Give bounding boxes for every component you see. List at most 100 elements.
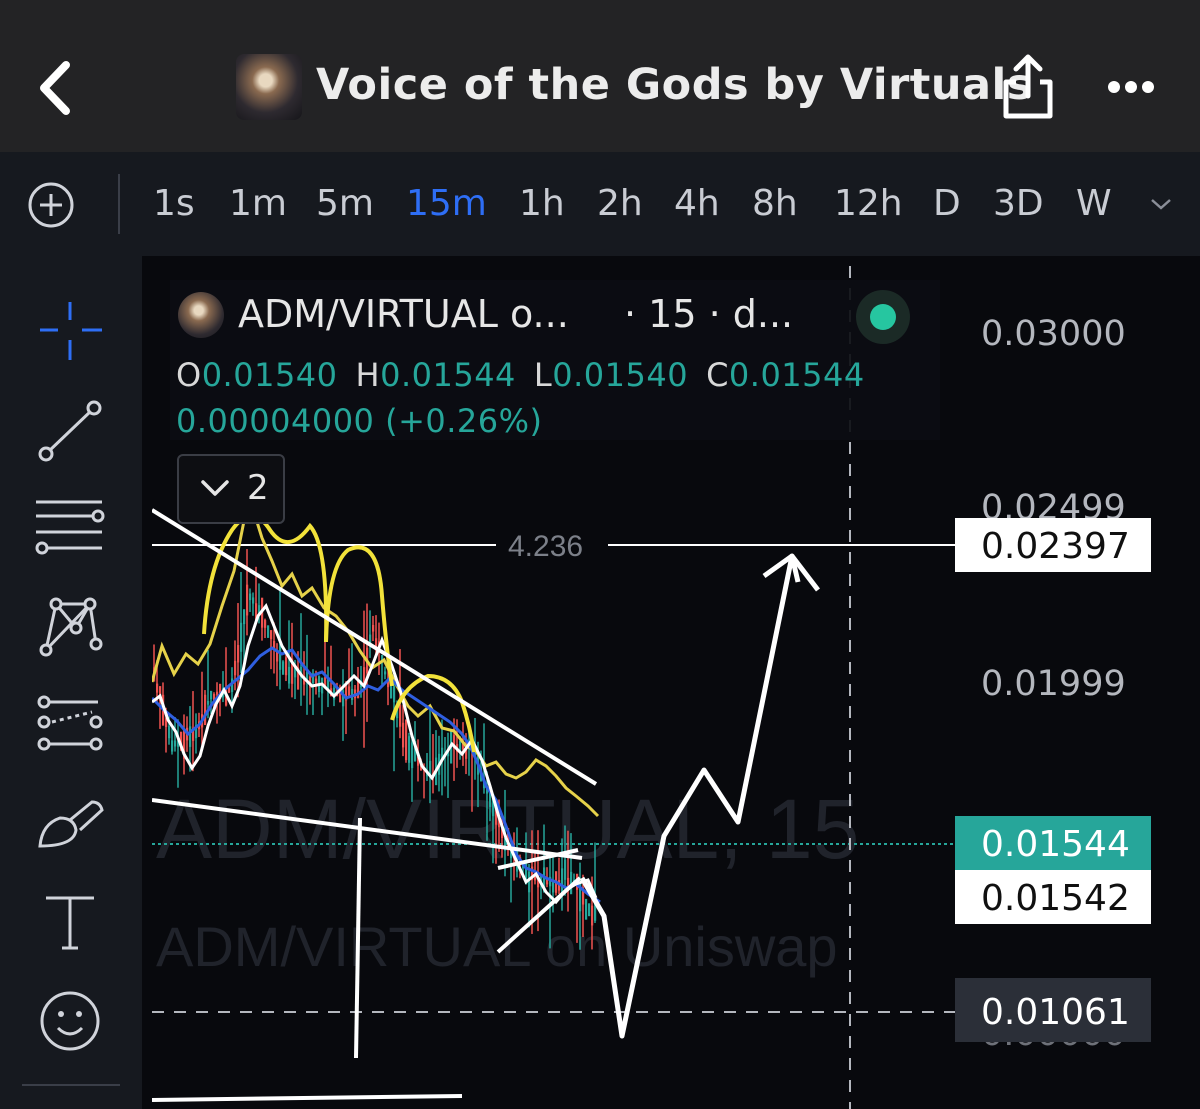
text-tool[interactable] [30, 886, 110, 956]
ohlc-values: O0.01540 H0.01544 L0.01540 C0.01544 [176, 356, 865, 394]
timeframe-15m[interactable]: 15m [406, 183, 487, 224]
candle-body [402, 722, 405, 748]
symbol-avatar [178, 292, 224, 338]
candle-body [168, 726, 171, 739]
candle-body [288, 666, 291, 684]
close-key: C [706, 356, 729, 394]
candle-body [279, 643, 282, 670]
price-change: 0.00004000 (+0.26%) [176, 402, 543, 440]
candle-body [264, 620, 267, 628]
candle-body [567, 877, 570, 887]
timeframe-3d[interactable]: 3D [993, 183, 1044, 224]
chevron-down-icon [1151, 199, 1171, 210]
timeframe-5m[interactable]: 5m [316, 183, 374, 224]
candle-body [282, 661, 285, 675]
candle-body [156, 683, 159, 693]
fib-level-label: 4.236 [508, 530, 583, 563]
timeframe-w[interactable]: W [1076, 183, 1112, 224]
more-dots-icon [1108, 81, 1154, 93]
candle-body [240, 622, 243, 652]
candle-body [561, 868, 564, 895]
candle-body [591, 905, 594, 926]
timeframe-1m[interactable]: 1m [229, 183, 287, 224]
fib-retracement-icon [35, 500, 105, 555]
market-status-dot [856, 290, 910, 344]
timeframe-1h[interactable]: 1h [519, 183, 565, 224]
add-indicator-button[interactable] [26, 180, 76, 230]
timeframe-dropdown[interactable] [1146, 192, 1176, 216]
pattern-tool[interactable] [30, 592, 110, 662]
open-value: 0.01540 [201, 356, 338, 394]
share-button[interactable] [998, 52, 1058, 122]
drawing-toolbar [0, 256, 142, 1109]
close-value: 0.01544 [728, 356, 865, 394]
candle-body [171, 740, 174, 752]
candle-body [390, 686, 393, 699]
plus-circle-icon [28, 182, 74, 228]
timeframe-divider [118, 174, 120, 234]
candle-body [411, 742, 414, 769]
indicators-toggle[interactable]: 2 [177, 454, 285, 524]
candle-body [552, 882, 555, 893]
low-value: 0.01540 [552, 356, 689, 394]
high-value: 0.01544 [380, 356, 516, 394]
timeframe-12h[interactable]: 12h [834, 183, 903, 224]
crosshair-tool[interactable] [30, 296, 110, 366]
timeframe-1s[interactable]: 1s [153, 183, 195, 224]
prediction-tool[interactable] [30, 690, 110, 760]
high-key: H [355, 356, 381, 394]
brush-icon [38, 800, 104, 848]
candle-body [243, 609, 246, 625]
low-price-tag: 0.01061 [955, 978, 1151, 1042]
timeframe-4h[interactable]: 4h [674, 183, 720, 224]
symbol-interval: · 15 · d... [624, 292, 794, 336]
fib-price-tag: 0.02397 [955, 518, 1151, 572]
brush-tool[interactable] [30, 790, 110, 860]
candle-body [204, 694, 207, 726]
trend-line-tool[interactable] [30, 396, 110, 466]
candle-body [174, 740, 177, 747]
crosshair-icon [40, 302, 102, 360]
candle-body [372, 624, 375, 632]
open-key: O [176, 356, 202, 394]
last-price-tag: 0.01544 [955, 816, 1151, 870]
chevron-down-icon [201, 480, 229, 496]
price-scale-label: 0.01999 [981, 664, 1126, 704]
candle-body [588, 903, 591, 917]
pattern-icon [39, 597, 103, 657]
candle-body [216, 691, 219, 695]
page-title: Voice of the Gods by Virtuals [316, 60, 1033, 110]
candle-body [267, 625, 270, 638]
candle-body [315, 678, 318, 684]
candle-body [210, 690, 213, 700]
back-button[interactable] [30, 55, 90, 121]
drawing-bottom-line [152, 1094, 463, 1102]
candle-body [252, 597, 255, 604]
more-button[interactable] [1100, 60, 1162, 110]
candle-body [564, 859, 567, 880]
toolbar-divider [22, 1084, 120, 1086]
fib-retracement-tool[interactable] [30, 492, 110, 562]
text-icon [46, 896, 94, 950]
price-scale-label: 0.03000 [981, 314, 1126, 354]
timeframe-d[interactable]: D [933, 183, 961, 224]
candle-body [285, 657, 288, 676]
trend-line-icon [38, 400, 102, 462]
candle-body [348, 686, 351, 696]
prediction-icon [37, 695, 103, 751]
token-avatar [236, 54, 302, 120]
timeframe-2h[interactable]: 2h [597, 183, 643, 224]
low-key: L [533, 356, 553, 394]
candle-body [207, 701, 210, 705]
emoji-tool[interactable] [30, 986, 110, 1056]
timeframe-8h[interactable]: 8h [752, 183, 798, 224]
candle-body [234, 660, 237, 676]
chevron-left-icon [40, 61, 70, 115]
candle-body [393, 686, 396, 703]
share-icon [1003, 54, 1053, 119]
candle-body [246, 584, 249, 616]
candle-body [399, 704, 402, 727]
candle-body [384, 671, 387, 675]
symbol-name[interactable]: ADM/VIRTUAL o... [238, 292, 569, 336]
candle-body [237, 645, 240, 663]
